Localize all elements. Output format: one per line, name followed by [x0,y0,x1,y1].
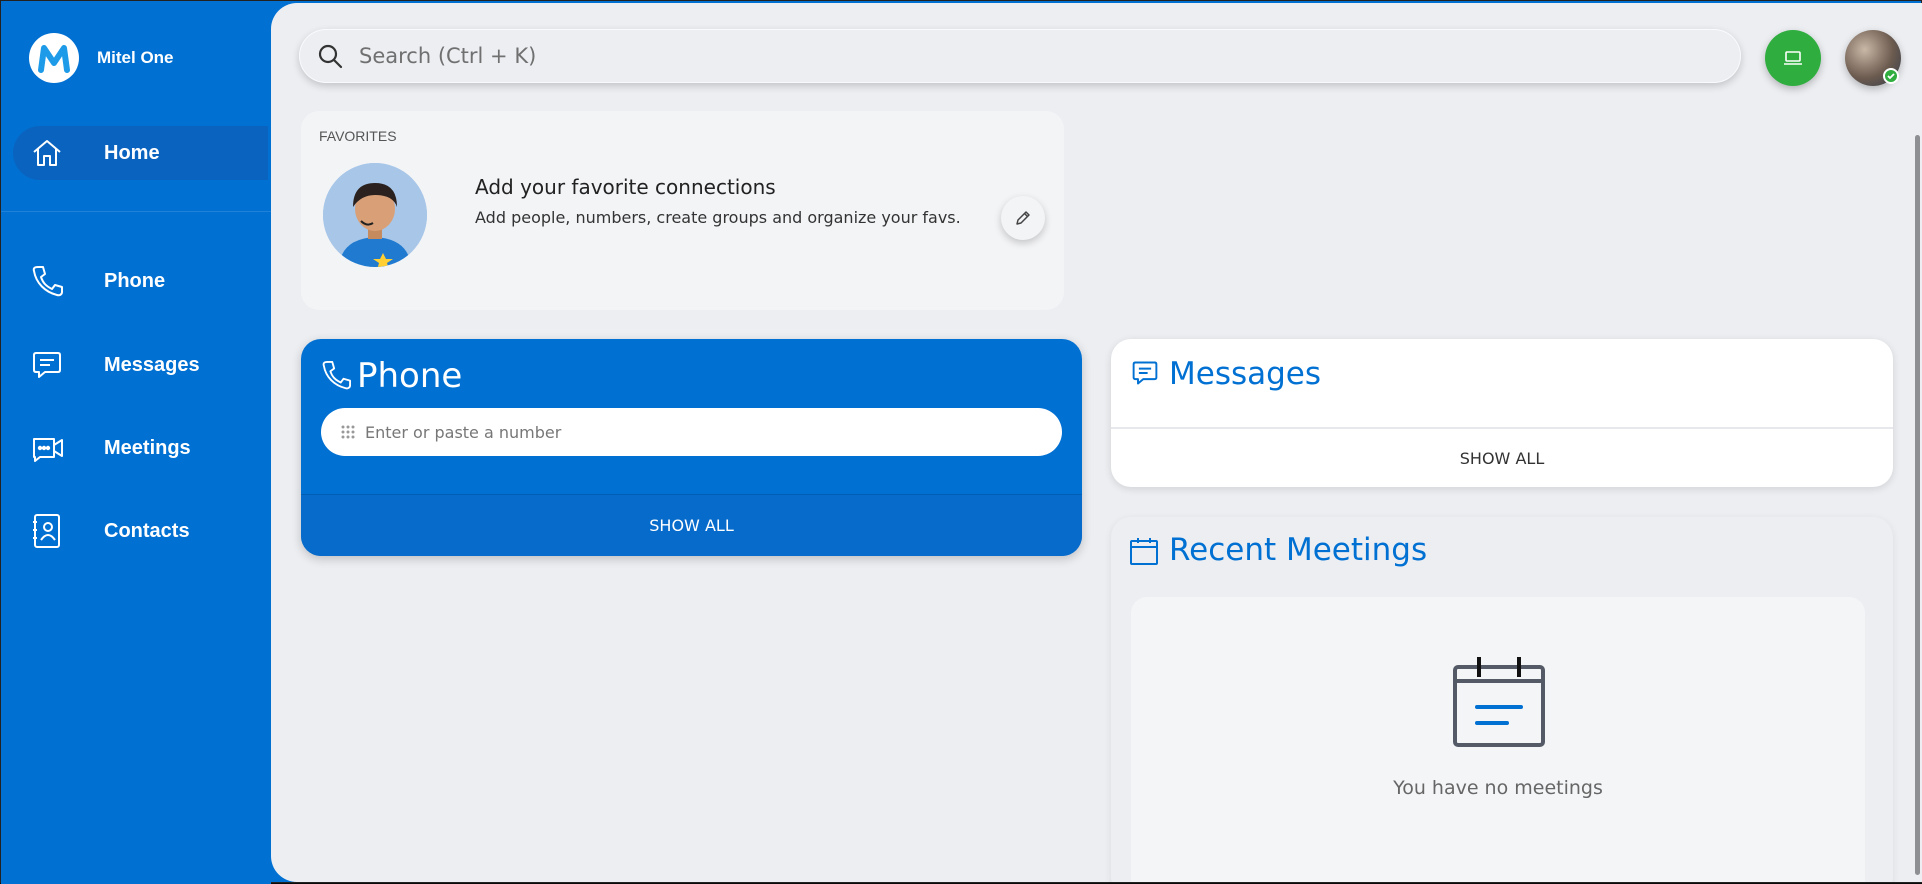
device-button[interactable] [1765,30,1821,86]
sidebar-divider [1,211,271,212]
sidebar: Mitel One Home Phone Messages Meetings C… [1,1,271,884]
recent-meetings-title: Recent Meetings [1169,532,1428,568]
pencil-icon [1014,209,1032,227]
presence-status-icon [1883,68,1899,84]
favorites-title: FAVORITES [319,128,397,144]
app-window: Mitel One Home Phone Messages Meetings C… [0,0,1922,884]
main-content: FAVORITES Add your favorite connections … [271,3,1922,882]
sidebar-item-meetings[interactable]: Meetings [13,421,268,475]
favorites-heading: Add your favorite connections [475,175,776,199]
empty-calendar-icon [1453,657,1545,754]
laptop-icon [1783,50,1803,66]
sidebar-item-home[interactable]: Home [13,126,268,180]
favorites-card: FAVORITES Add your favorite connections … [301,111,1064,310]
sidebar-item-label: Messages [104,353,200,376]
main-scrollbar[interactable] [1915,135,1920,875]
edit-favorites-button[interactable] [1001,196,1045,240]
messages-card-title: Messages [1169,356,1322,392]
phone-card: Phone SHOW ALL [301,339,1082,556]
no-meetings-text: You have no meetings [1393,777,1603,799]
message-icon [31,349,71,381]
sidebar-item-contacts[interactable]: Contacts [13,504,268,558]
brand[interactable]: Mitel One [29,33,174,83]
video-icon [31,433,71,463]
mitel-logo-icon [29,33,79,83]
dial-number-input[interactable] [365,422,1025,442]
messages-card: Messages SHOW ALL [1111,339,1893,487]
favorites-subtitle: Add people, numbers, create groups and o… [475,208,961,227]
sidebar-item-messages[interactable]: Messages [13,338,268,392]
contacts-icon [31,513,71,549]
phone-icon [31,264,71,298]
meetings-empty-state: You have no meetings [1131,597,1865,882]
search-input[interactable] [359,44,1659,68]
home-icon [31,137,71,169]
search-icon [317,43,343,69]
search-bar[interactable] [299,29,1741,83]
dialpad-icon [341,425,355,439]
phone-icon [321,359,351,396]
phone-card-title: Phone [357,356,463,396]
app-name: Mitel One [97,48,174,67]
sidebar-item-phone[interactable]: Phone [13,254,268,308]
message-icon [1131,359,1159,392]
favorites-illustration [323,163,427,267]
dial-number-field[interactable] [321,408,1062,456]
sidebar-item-label: Contacts [104,519,190,542]
calendar-icon [1129,536,1159,571]
sidebar-item-label: Home [104,141,160,164]
phone-show-all-button[interactable]: SHOW ALL [301,495,1082,556]
messages-show-all-button[interactable]: SHOW ALL [1111,429,1893,487]
sidebar-item-label: Phone [104,269,166,292]
sidebar-item-label: Meetings [104,436,191,459]
recent-meetings-card: Recent Meetings You have no meetings [1111,517,1893,882]
